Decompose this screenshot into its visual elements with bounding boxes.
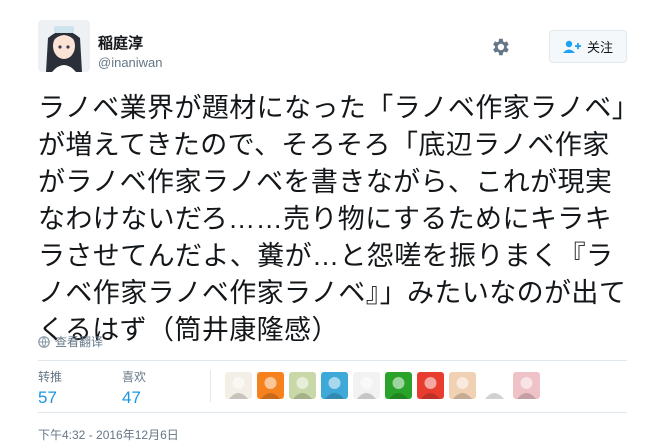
witch-avatar-icon[interactable] [225, 372, 252, 399]
user-handle[interactable]: @inaniwan [98, 55, 163, 70]
cat-avatar-icon[interactable] [321, 372, 348, 399]
translate-link[interactable]: 查看翻译 [38, 333, 103, 350]
tweet-header: 稲庭淳 @inaniwan 关注 [38, 20, 627, 80]
red-character-avatar-icon[interactable] [417, 372, 444, 399]
likes-count[interactable]: 47 [122, 388, 146, 408]
likes-stat[interactable]: 喜欢 47 [122, 368, 146, 408]
follow-button-label: 关注 [586, 40, 613, 55]
gear-icon[interactable] [489, 36, 511, 58]
add-user-icon [562, 40, 581, 53]
pink-avatar-icon[interactable] [513, 372, 540, 399]
tweet-text: ラノベ業界が題材になった「ラノベ作家ラノベ」が増えてきたので、そろそろ「底辺ラノ… [38, 93, 627, 345]
user-display-name[interactable]: 稲庭淳 [98, 32, 143, 53]
egg-avatar-icon[interactable] [257, 372, 284, 399]
tweet-timestamp[interactable]: 下午4:32 - 2016年12月6日 [38, 426, 179, 443]
retweets-count[interactable]: 57 [38, 388, 62, 408]
retweet-stat[interactable]: 转推 57 [38, 368, 62, 408]
retweets-label: 转推 [38, 370, 63, 384]
divider [38, 360, 627, 361]
sketch-avatar-icon[interactable] [353, 372, 380, 399]
santa-avatar-icon[interactable] [481, 372, 508, 399]
green-character-avatar-icon[interactable] [385, 372, 412, 399]
globe-icon [38, 335, 50, 348]
divider [38, 412, 627, 413]
liker-avatars [225, 372, 540, 399]
anime-avatar-icon[interactable] [289, 372, 316, 399]
user-avatar[interactable] [38, 20, 90, 72]
translate-label: 查看翻译 [55, 335, 104, 349]
stat-separator [210, 370, 211, 402]
follow-button[interactable]: 关注 [549, 30, 627, 63]
girl-avatar-icon[interactable] [449, 372, 476, 399]
likes-label: 喜欢 [122, 370, 147, 384]
